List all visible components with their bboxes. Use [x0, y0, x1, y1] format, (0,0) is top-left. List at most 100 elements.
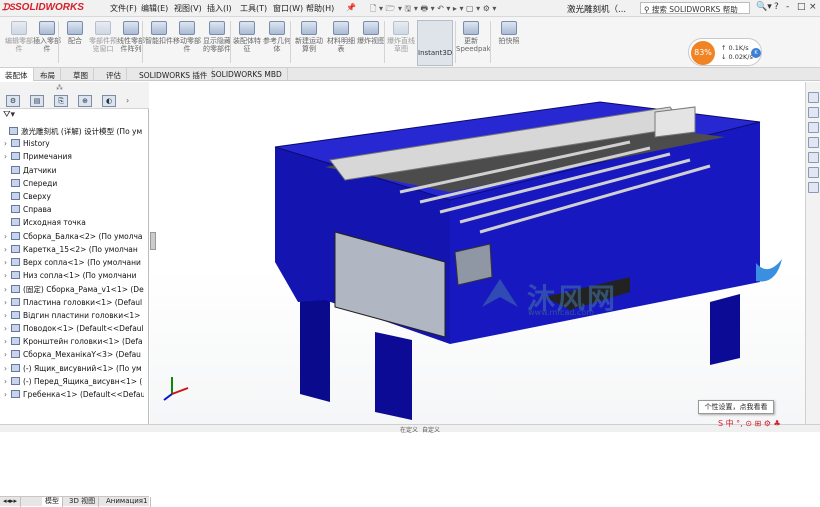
expand-arrow-icon[interactable]: ›: [4, 285, 11, 294]
ribbon-button-16[interactable]: 拍快照: [494, 21, 524, 45]
close-button[interactable]: ×: [809, 2, 817, 12]
menu-file[interactable]: 文件(F): [110, 3, 137, 14]
menu-insert[interactable]: 插入(I): [207, 3, 232, 14]
tab-nav-arrows[interactable]: ◂◂▸▸: [0, 497, 22, 507]
graphics-viewport[interactable]: ⚲ ⚲ ◈ ▣ ▾ ◧ ▾ ◉ ▾ ◐ ▾ ▭ ▾ 沐风网: [150, 82, 805, 424]
tree-item[interactable]: › Відгин пластини головки<1>: [4, 310, 144, 324]
design-library-icon[interactable]: [808, 122, 819, 133]
expand-arrow-icon[interactable]: ›: [4, 298, 11, 307]
expand-arrow-icon[interactable]: ›: [4, 258, 11, 267]
tree-item[interactable]: Датчики: [4, 165, 144, 179]
custom-properties-icon[interactable]: [808, 182, 819, 193]
tree-item[interactable]: › Сборка_Балка<2> (По умолча: [4, 231, 144, 245]
tab-assembly[interactable]: 装配体: [0, 68, 34, 81]
tree-item[interactable]: › Кронштейн головки<1> (Defa: [4, 337, 144, 350]
quick-access-toolbar[interactable]: 🗋 ▾ 🗁 ▾ 🖫 ▾ 🖶 ▾ ↶ ▾ ▸ ▾ ▢ ▾ ⚙ ▾: [370, 3, 496, 17]
ribbon-button-15[interactable]: 更新Speedpak: [456, 21, 491, 53]
ribbon-button-10[interactable]: 新建运动算例: [294, 21, 324, 53]
help-button[interactable]: ?: [774, 2, 779, 12]
ribbon-button-3[interactable]: 零部件预览窗口: [88, 21, 118, 53]
filter-icon[interactable]: ⛛▾: [0, 110, 149, 122]
tree-item[interactable]: › History: [4, 139, 144, 152]
tree-item[interactable]: › Примечания: [4, 152, 144, 165]
expand-arrow-icon[interactable]: ›: [4, 311, 11, 320]
ribbon-button-5[interactable]: 智能扣件: [144, 21, 174, 45]
feature-tree-icon[interactable]: ⚙: [6, 95, 20, 107]
personalize-tooltip[interactable]: 个性设置，点我看看: [698, 400, 774, 414]
assistant-bird-icon[interactable]: [752, 255, 786, 289]
tab-mbd[interactable]: SOLIDWORKS MBD: [206, 68, 288, 81]
menu-view[interactable]: 视图(V): [174, 3, 202, 14]
menu-tools[interactable]: 工具(T): [240, 3, 267, 14]
menu-window[interactable]: 窗口(W): [273, 3, 303, 14]
property-manager-icon[interactable]: ▤: [30, 95, 44, 107]
expand-arrow-icon[interactable]: ›: [4, 377, 11, 386]
search-button-icon[interactable]: 🔍▾: [756, 2, 772, 12]
view-palette-icon[interactable]: [808, 152, 819, 163]
ribbon-button-13[interactable]: 爆炸直线草图: [386, 21, 416, 53]
restore-button[interactable]: □: [797, 2, 806, 12]
tab-evaluate[interactable]: 评估: [101, 68, 127, 81]
tree-item[interactable]: Справа: [4, 205, 144, 218]
configuration-manager-icon[interactable]: ⎘: [54, 95, 68, 107]
tab-model[interactable]: 模型: [42, 497, 63, 507]
ribbon-button-6[interactable]: 移动零部件: [172, 21, 202, 53]
tab-animation[interactable]: Анимация1: [103, 497, 152, 507]
help-search-input[interactable]: ⚲ 搜索 SOLIDWORKS 帮助: [640, 2, 750, 14]
ribbon-button-12[interactable]: 爆炸视图: [356, 21, 386, 45]
expand-arrow-icon[interactable]: ›: [4, 390, 11, 399]
ribbon-button-0[interactable]: 编辑零部件: [4, 21, 34, 53]
status-custom[interactable]: 自定义: [422, 425, 440, 434]
ribbon-button-8[interactable]: 装配体特征: [232, 21, 262, 53]
tree-item[interactable]: › Гребенка<1> (Default<<Defau: [4, 390, 144, 403]
expand-arrow-icon[interactable]: ›: [4, 152, 11, 161]
ribbon-button-9[interactable]: 参考几何体: [262, 21, 292, 53]
solidworks-logo[interactable]: ᗪS SOLIDWORKS: [2, 2, 84, 13]
pin-icon[interactable]: 📌: [346, 3, 356, 12]
expand-arrow-icon[interactable]: ›: [4, 337, 11, 346]
tree-item[interactable]: Сверху: [4, 192, 144, 205]
tab-addins[interactable]: SOLIDWORKS 插件: [134, 68, 214, 81]
expand-arrow-icon[interactable]: ›: [4, 364, 11, 373]
tree-item[interactable]: › Поводок<1> (Default<<Defaul: [4, 324, 144, 337]
expand-arrow-icon[interactable]: ›: [4, 139, 11, 148]
laser-cutter-model[interactable]: [150, 82, 805, 424]
tree-item[interactable]: › (-) Перед_Ящика_висувн<1> (: [4, 376, 144, 390]
tree-item[interactable]: › Пластина головки<1> (Defaul: [4, 297, 144, 311]
tree-item[interactable]: › Сборка_МеханікаY<3> (Defau: [4, 350, 144, 363]
dimxpert-icon[interactable]: ⊕: [78, 95, 92, 107]
menu-help[interactable]: 帮助(H): [306, 3, 334, 14]
ribbon-button-2[interactable]: 配合: [60, 21, 90, 45]
panel-collapse-handle[interactable]: [150, 232, 156, 250]
expand-arrow-icon[interactable]: ›: [4, 232, 11, 241]
resources-icon[interactable]: [808, 107, 819, 118]
tree-item[interactable]: › Низ сопла<1> (По умолчани: [4, 271, 144, 284]
tree-item[interactable]: › (-) Ящик_висувний<1> (По ум: [4, 363, 144, 377]
tree-item[interactable]: › Верх сопла<1> (По умолчани: [4, 258, 144, 271]
ribbon-button-7[interactable]: 显示隐藏的零部件: [202, 21, 232, 53]
instant3d-button[interactable]: Instant3D: [417, 20, 453, 66]
tree-item[interactable]: Исходная точка: [4, 218, 144, 231]
expand-arrow-icon[interactable]: ›: [4, 324, 11, 333]
expand-arrow-icon[interactable]: ›: [4, 245, 11, 254]
tab-3d-views[interactable]: 3D 视图: [66, 497, 100, 507]
file-explorer-icon[interactable]: [808, 137, 819, 148]
menu-edit[interactable]: 编辑(E): [141, 3, 168, 14]
tree-item[interactable]: 激光雕刻机 (详解) 设计模型 (По умо: [2, 126, 142, 139]
appearances-icon[interactable]: [808, 167, 819, 178]
network-speed-widget[interactable]: 83% ↑ 0.1K/s ↓ 0.02K/s K: [688, 38, 762, 66]
tree-item[interactable]: › Каретка_15<2> (По умолчан: [4, 244, 144, 258]
tray-icons[interactable]: S 中 °, ⊙ ⊞ ⚙ ♣: [718, 418, 781, 429]
tab-layout[interactable]: 布局: [35, 68, 61, 81]
tree-item[interactable]: › (固定) Сборка_Рама_v1<1> (De: [4, 284, 144, 297]
ribbon-button-11[interactable]: 材料明细表: [326, 21, 356, 53]
expand-arrow-icon[interactable]: ›: [4, 271, 11, 280]
expand-arrow-icon[interactable]: ›: [126, 96, 129, 105]
drag-handle-icon[interactable]: ⁂: [56, 84, 63, 92]
display-manager-icon[interactable]: ◐: [102, 95, 116, 107]
expand-arrow-icon[interactable]: ›: [4, 350, 11, 359]
tree-item[interactable]: Спереди: [4, 178, 144, 192]
home-icon[interactable]: [808, 92, 819, 103]
tab-sketch[interactable]: 草图: [68, 68, 94, 81]
minimize-button[interactable]: -: [786, 2, 789, 12]
